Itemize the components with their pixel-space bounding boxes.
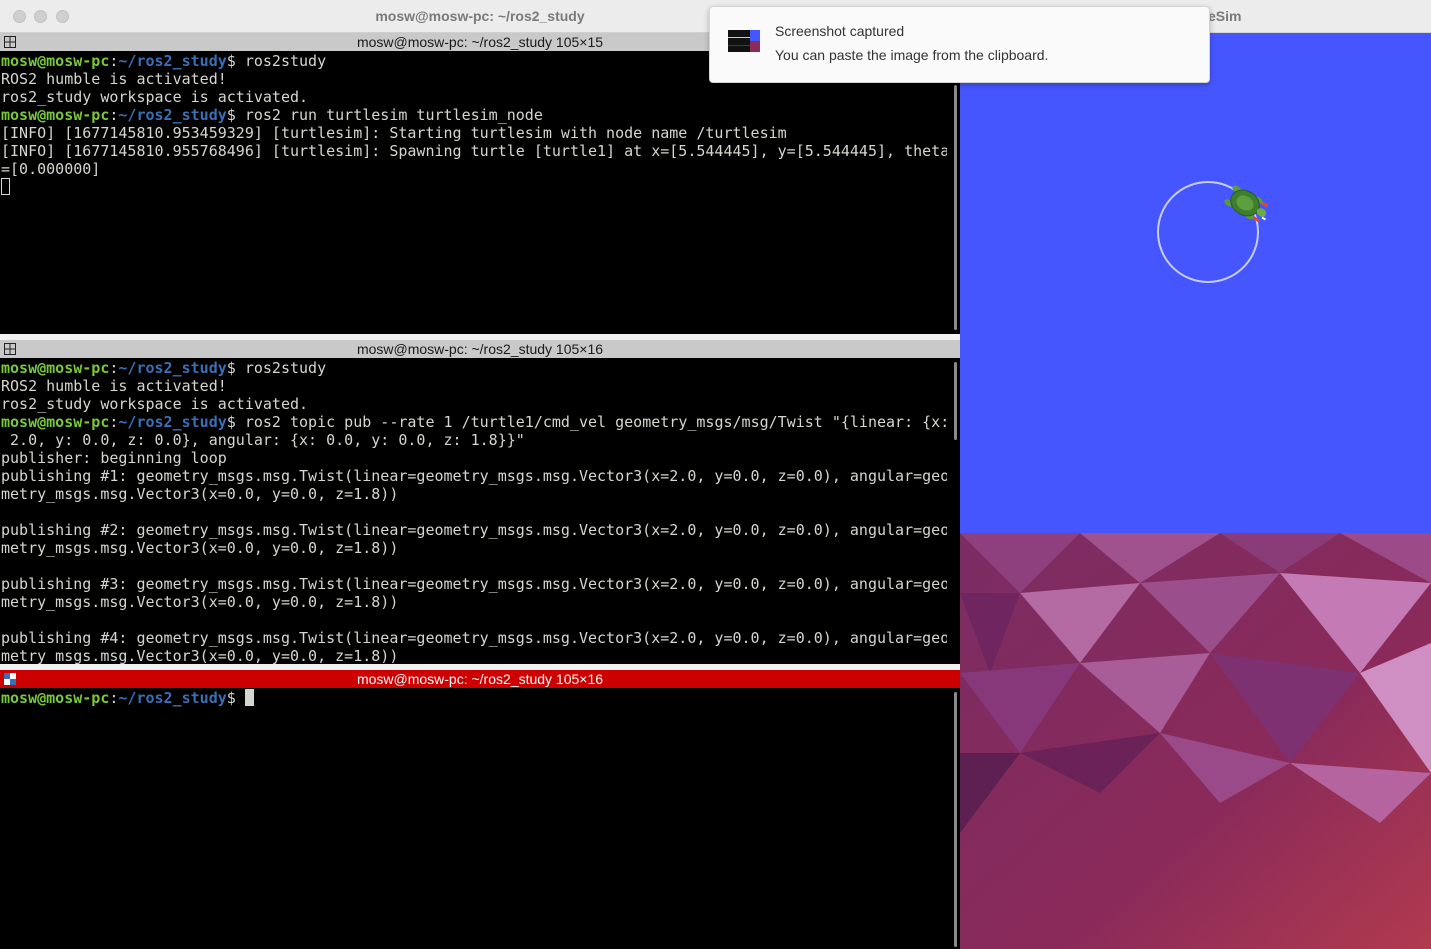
split-pane-icon[interactable] — [4, 36, 16, 48]
terminal-line: publishing #1: geometry_msgs.msg.Twist(l… — [1, 467, 947, 485]
output-text: ros2_study workspace is activated. — [1, 88, 309, 106]
notification-title: Screenshot captured — [775, 23, 905, 39]
pane-header[interactable]: mosw@mosw-pc: ~/ros2_study 105×16 — [0, 340, 960, 358]
scrollbar[interactable] — [954, 85, 957, 330]
output-text: ros2_study workspace is activated. — [1, 395, 309, 413]
prompt-user-host: mosw@mosw-pc — [1, 52, 110, 70]
output-text: publishing #4: geometry_msgs.msg.Twist(l… — [1, 629, 947, 647]
output-text: ROS2 humble is activated! — [1, 377, 227, 395]
terminal-line: ROS2 humble is activated! — [1, 377, 947, 395]
pane-title: mosw@mosw-pc: ~/ros2_study 105×16 — [356, 341, 604, 357]
terminal-pane-active[interactable]: mosw@mosw-pc: ~/ros2_study 105×16 mosw@m… — [0, 670, 960, 949]
prompt-dollar: $ — [226, 689, 236, 707]
turtlesim-canvas — [960, 33, 1431, 533]
terminal-line: [INFO] [1677145810.955768496] [turtlesim… — [1, 142, 947, 160]
terminal-line: [INFO] [1677145810.953459329] [turtlesim… — [1, 124, 947, 142]
prompt-dollar: $ — [226, 106, 236, 124]
output-text: metry_msgs.msg.Vector3(x=0.0, y=0.0, z=1… — [1, 647, 399, 664]
notification-body: You can paste the image from the clipboa… — [775, 47, 1049, 63]
scrollbar[interactable] — [954, 362, 957, 440]
prompt-user-host: mosw@mosw-pc — [1, 106, 110, 124]
terminal-cursor — [244, 689, 254, 706]
prompt-user-host: mosw@mosw-pc — [1, 413, 110, 431]
output-text: publishing #1: geometry_msgs.msg.Twist(l… — [1, 467, 947, 485]
terminal-line: publishing #2: geometry_msgs.msg.Twist(l… — [1, 521, 947, 539]
terminal-output[interactable]: mosw@mosw-pc:~/ros2_study$ — [1, 689, 947, 949]
pane-title: mosw@mosw-pc: ~/ros2_study 105×16 — [356, 671, 604, 687]
terminal-window: mosw@mosw-pc: ~/ros2_study mosw@mosw-pc:… — [0, 0, 960, 949]
terminal-line: mosw@mosw-pc:~/ros2_study$ — [1, 689, 947, 707]
scrollbar[interactable] — [954, 692, 957, 947]
terminal-line: mosw@mosw-pc:~/ros2_study$ ros2 topic pu… — [1, 413, 947, 431]
terminal-line: =[0.000000] — [1, 160, 947, 178]
prompt-path: ~/ros2_study — [118, 359, 227, 377]
screenshot-notification[interactable]: Screenshot captured You can paste the im… — [709, 6, 1210, 83]
prompt-user-host: mosw@mosw-pc — [1, 359, 110, 377]
output-text: [INFO] [1677145810.955768496] [turtlesim… — [1, 142, 947, 160]
turtle-icon — [1224, 185, 1269, 223]
output-text: =[0.000000] — [1, 160, 101, 178]
output-text: 2.0, y: 0.0, z: 0.0}, angular: {x: 0.0, … — [1, 431, 525, 449]
terminal-line: ros2_study workspace is activated. — [1, 88, 947, 106]
output-text: [INFO] [1677145810.953459329] [turtlesim… — [1, 124, 787, 142]
terminal-line: metry_msgs.msg.Vector3(x=0.0, y=0.0, z=1… — [1, 485, 947, 503]
screenshot-thumbnail — [728, 30, 760, 52]
command-text: ros2study — [244, 359, 327, 377]
terminal-line: mosw@mosw-pc:~/ros2_study$ ros2study — [1, 359, 947, 377]
terminal-line: publisher: beginning loop — [1, 449, 947, 467]
terminal-line: publishing #4: geometry_msgs.msg.Twist(l… — [1, 629, 947, 647]
turtlesim-window-title: eSim — [1208, 8, 1242, 24]
pane-title: mosw@mosw-pc: ~/ros2_study 105×15 — [356, 34, 604, 50]
terminal-line — [1, 178, 947, 196]
terminal-line: ros2_study workspace is activated. — [1, 395, 947, 413]
prompt-dollar: $ — [226, 359, 236, 377]
terminal-line: mosw@mosw-pc:~/ros2_study$ ros2 run turt… — [1, 106, 947, 124]
prompt-path: ~/ros2_study — [118, 52, 227, 70]
terminal-line: publishing #3: geometry_msgs.msg.Twist(l… — [1, 575, 947, 593]
split-pane-icon[interactable] — [4, 343, 16, 355]
output-text: publishing #2: geometry_msgs.msg.Twist(l… — [1, 521, 947, 539]
pane-header[interactable]: mosw@mosw-pc: ~/ros2_study 105×16 — [0, 670, 960, 688]
command-text: ros2 run turtlesim turtlesim_node — [244, 106, 543, 124]
output-text: ROS2 humble is activated! — [1, 70, 227, 88]
output-text: publisher: beginning loop — [1, 449, 227, 467]
output-text: metry_msgs.msg.Vector3(x=0.0, y=0.0, z=1… — [1, 539, 399, 557]
prompt-path: ~/ros2_study — [118, 413, 227, 431]
output-text: metry_msgs.msg.Vector3(x=0.0, y=0.0, z=1… — [1, 593, 399, 611]
prompt-dollar: $ — [226, 413, 236, 431]
command-text: ros2study — [244, 52, 327, 70]
terminal-pane-topic-pub[interactable]: mosw@mosw-pc: ~/ros2_study 105×16 mosw@m… — [0, 340, 960, 664]
output-text: metry_msgs.msg.Vector3(x=0.0, y=0.0, z=1… — [1, 485, 399, 503]
command-text: ros2 topic pub --rate 1 /turtle1/cmd_vel… — [244, 413, 947, 431]
terminal-output: mosw@mosw-pc:~/ros2_study$ ros2study ROS2… — [1, 359, 947, 664]
split-pane-icon[interactable] — [4, 673, 16, 685]
terminal-output: mosw@mosw-pc:~/ros2_study$ ros2study ROS2… — [1, 52, 947, 334]
prompt-user-host: mosw@mosw-pc — [1, 689, 110, 707]
terminal-line: metry_msgs.msg.Vector3(x=0.0, y=0.0, z=1… — [1, 539, 947, 557]
output-text: publishing #3: geometry_msgs.msg.Twist(l… — [1, 575, 947, 593]
prompt-path: ~/ros2_study — [118, 689, 227, 707]
prompt-path: ~/ros2_study — [118, 106, 227, 124]
desktop-wallpaper — [960, 533, 1431, 949]
terminal-line: metry_msgs.msg.Vector3(x=0.0, y=0.0, z=1… — [1, 593, 947, 611]
terminal-line: 2.0, y: 0.0, z: 0.0}, angular: {x: 0.0, … — [1, 431, 947, 449]
terminal-line: metry_msgs.msg.Vector3(x=0.0, y=0.0, z=1… — [1, 647, 947, 664]
prompt-dollar: $ — [226, 52, 236, 70]
terminal-cursor — [1, 178, 10, 195]
